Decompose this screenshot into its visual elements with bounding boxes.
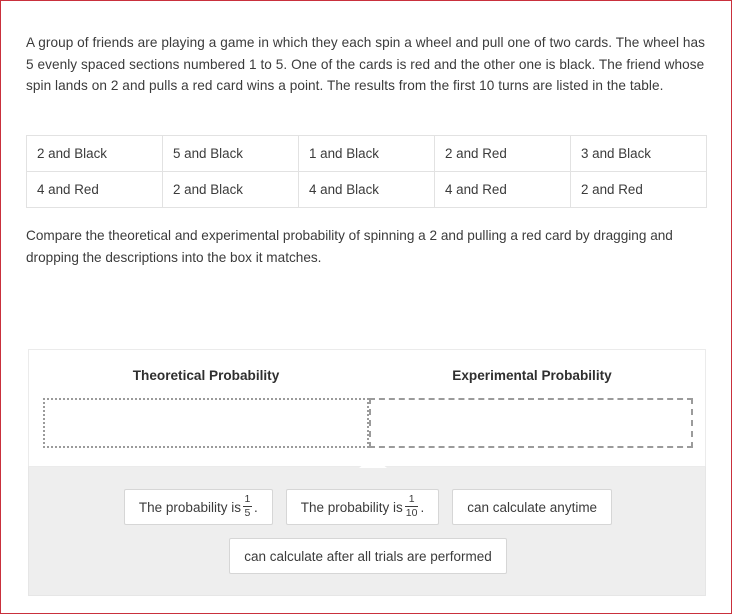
- chip-text-suffix: .: [253, 499, 258, 515]
- fraction-denominator: 10: [405, 506, 418, 519]
- drag-and-drop-widget: Theoretical Probability Experimental Pro…: [28, 349, 706, 596]
- fraction-numerator: 1: [244, 492, 251, 505]
- chip-bank: The probability is 1 5 . The probability…: [28, 466, 706, 596]
- chip-probability-one-tenth[interactable]: The probability is 1 10 .: [285, 489, 440, 525]
- question-prompt: A group of friends are playing a game in…: [26, 35, 706, 93]
- fraction-denominator: 5: [244, 506, 251, 519]
- dropzone-card: Theoretical Probability Experimental Pro…: [28, 349, 706, 466]
- dropzone-theoretical[interactable]: [43, 398, 369, 448]
- chip-row-second: can calculate after all trials are perfo…: [29, 538, 707, 574]
- chip-can-calculate-anytime[interactable]: can calculate anytime: [452, 489, 613, 525]
- results-table-body: 2 and Black 5 and Black 1 and Black 2 an…: [26, 135, 707, 208]
- table-cell: 4 and Red: [26, 171, 163, 208]
- table-cell: 2 and Red: [434, 135, 571, 172]
- dropzone-label-theoretical: Theoretical Probability: [132, 368, 280, 383]
- table-cell: 4 and Black: [298, 171, 435, 208]
- dropzone-label-experimental: Experimental Probability: [452, 368, 612, 383]
- table-cell: 2 and Black: [26, 135, 163, 172]
- fraction-one-fifth: 1 5: [242, 492, 252, 519]
- fraction-one-tenth: 1 10: [404, 492, 419, 519]
- page-frame: A group of friends are playing a game in…: [0, 0, 732, 614]
- dropzone-experimental[interactable]: [369, 398, 693, 448]
- chip-row-first: The probability is 1 5 . The probability…: [29, 489, 707, 525]
- question-content: A group of friends are playing a game in…: [1, 1, 731, 613]
- chip-text-prefix: The probability is: [138, 499, 241, 515]
- fraction-numerator: 1: [408, 492, 415, 505]
- results-table: 2 and Black 5 and Black 1 and Black 2 an…: [26, 135, 707, 208]
- table-cell: 1 and Black: [298, 135, 435, 172]
- table-cell: 5 and Black: [162, 135, 299, 172]
- table-cell: 2 and Black: [162, 171, 299, 208]
- dropzone-row: [43, 398, 693, 448]
- chip-text-prefix: The probability is: [300, 499, 403, 515]
- chip-can-calculate-after-trials[interactable]: can calculate after all trials are perfo…: [229, 538, 507, 574]
- table-cell: 3 and Black: [570, 135, 707, 172]
- table-row: 2 and Black 5 and Black 1 and Black 2 an…: [26, 135, 707, 172]
- table-cell: 4 and Red: [434, 171, 571, 208]
- bank-caret-icon: [359, 457, 387, 468]
- question-instruction: Compare the theoretical and experimental…: [26, 228, 673, 265]
- dropzone-headers: Theoretical Probability Experimental Pro…: [29, 368, 707, 388]
- table-cell: 2 and Red: [570, 171, 707, 208]
- table-row: 4 and Red 2 and Black 4 and Black 4 and …: [26, 171, 707, 208]
- chip-probability-one-fifth[interactable]: The probability is 1 5 .: [123, 489, 273, 525]
- chip-text-suffix: .: [420, 499, 425, 515]
